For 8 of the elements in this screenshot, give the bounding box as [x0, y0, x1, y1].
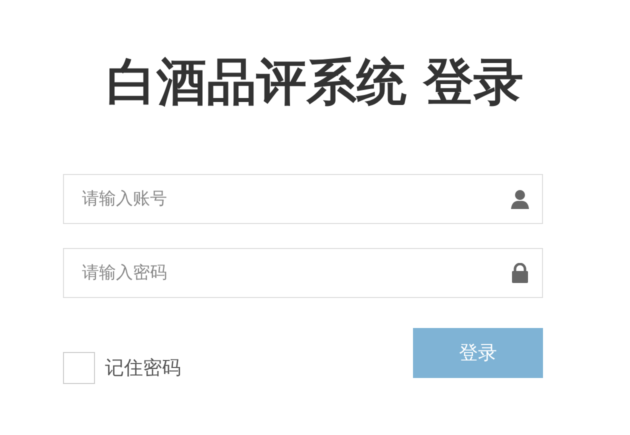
- user-icon: [511, 189, 529, 209]
- input-field[interactable]: 请输入密码: [63, 248, 543, 298]
- remember-label: 记住密码: [105, 356, 181, 381]
- input-field[interactable]: 请输入账号: [63, 174, 543, 224]
- page-title: 白酒品评系统 登录: [106, 52, 524, 113]
- checkbox[interactable]: [63, 352, 95, 384]
- lock-icon: [511, 263, 529, 283]
- login-button[interactable]: 登录: [413, 328, 543, 378]
